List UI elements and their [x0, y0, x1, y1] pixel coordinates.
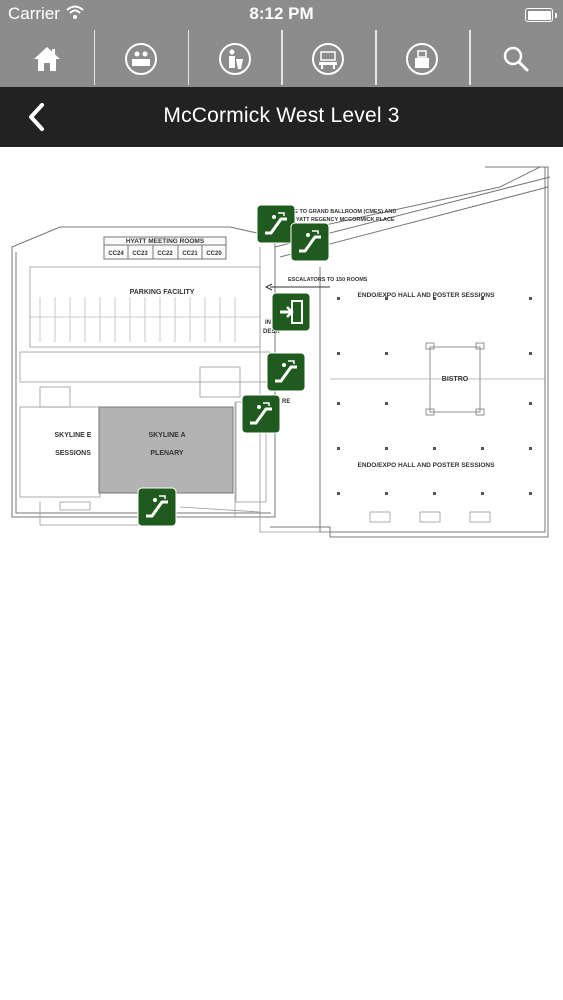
escalator-marker-4[interactable] [241, 394, 281, 434]
escalators-label: ESCALATORS TO 150 ROOMS [288, 277, 368, 283]
search-icon [502, 45, 530, 73]
endo-hall-bottom-label: ENDO/EXPO HALL AND POSTER SESSIONS [358, 462, 496, 469]
escalator-marker-2[interactable] [290, 222, 330, 262]
parking-facility-label: PARKING FACILITY [130, 289, 195, 296]
room-cc23-label: CC23 [132, 251, 148, 257]
room-cc22-label: CC22 [157, 251, 173, 257]
room-label-fragment: RE [282, 399, 290, 405]
skyline-e-label: SKYLINE E [55, 432, 92, 439]
speaker-podium-icon [218, 42, 252, 76]
exit-marker[interactable] [271, 292, 311, 332]
room-cc24-label: CC24 [108, 251, 124, 257]
skyline-e-sessions-label: SESSIONS [55, 450, 91, 457]
page-title: McCormick West Level 3 [163, 104, 400, 127]
escalator-marker-1[interactable] [256, 204, 296, 244]
room-cc21-label: CC21 [182, 251, 198, 257]
empty-content-area [0, 547, 563, 1000]
status-time: 8:12 PM [249, 4, 314, 23]
endo-hall-top-label: ENDO/EXPO HALL AND POSTER SESSIONS [358, 292, 496, 299]
bridge-label-line2: YATT REGENCY MCCORMICK PLACE [296, 217, 395, 223]
info-desk-label-line1: IN [265, 320, 271, 326]
status-bar: Carrier 8:12 PM [0, 0, 563, 30]
escalator-marker-5[interactable] [137, 487, 177, 527]
hyatt-meeting-rooms-label: HYATT MEETING ROOMS [126, 238, 205, 245]
toolbar-home-button[interactable] [0, 30, 94, 87]
escalator-marker-3[interactable] [266, 352, 306, 392]
kiosk-icon [405, 42, 439, 76]
bridge-label-line1: GE TO GRAND BALLROOM (CMES) AND [290, 209, 396, 215]
toolbar-sessions-button[interactable] [281, 30, 375, 87]
toolbar-info-button[interactable] [375, 30, 469, 87]
room-cc20-label: CC20 [206, 251, 222, 257]
toolbar-exhibitors-button[interactable] [93, 30, 188, 87]
bistro-label: BISTRO [442, 376, 469, 383]
home-icon [32, 45, 62, 73]
meeting-room-icon [311, 42, 345, 76]
floor-map[interactable]: HYATT MEETING ROOMS CC24 CC23 CC22 CC21 … [0, 147, 563, 547]
exhibitor-booth-icon [124, 42, 158, 76]
skyline-a-label: SKYLINE A [148, 432, 185, 439]
toolbar-speakers-button[interactable] [187, 30, 282, 87]
battery-icon [525, 8, 557, 22]
toolbar-search-button[interactable] [469, 30, 563, 87]
toolbar [0, 30, 563, 87]
nav-header: McCormick West Level 3 [0, 87, 563, 147]
floor-plan-drawing: HYATT MEETING ROOMS CC24 CC23 CC22 CC21 … [11, 166, 551, 538]
skyline-a-plenary-label: PLENARY [150, 450, 184, 457]
